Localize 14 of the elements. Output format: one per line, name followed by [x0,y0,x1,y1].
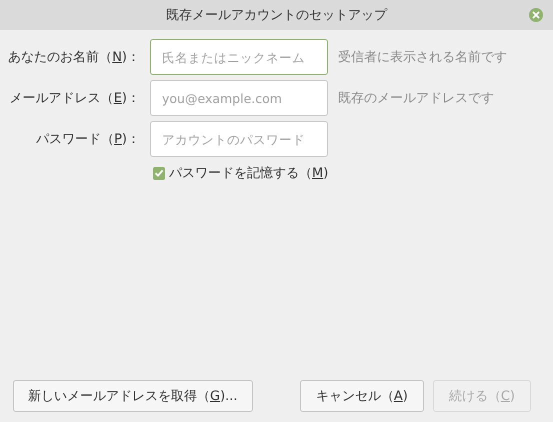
hint-text: 受信者に表示される名前です [338,49,508,66]
close-icon[interactable] [529,8,543,22]
window-title: 既存メールアカウントのセットアップ [166,7,387,24]
text-field[interactable]: アカウントのパスワード [150,121,328,157]
text-field[interactable]: 氏名またはニックネーム [150,39,328,75]
hint-text: 既存のメールアドレスです [338,90,495,107]
field-label: メールアドレス（E)： [8,90,140,107]
text-field[interactable]: you@example.com [150,80,328,116]
field-label: パスワード（P)： [35,131,140,148]
field-label: あなたのお名前（N)： [7,49,140,66]
dialog-button[interactable]: キャンセル（A) [300,380,424,412]
checkbox[interactable] [153,166,165,180]
dialog-button[interactable]: 新しいメールアドレスを取得（G)... [13,380,253,412]
checkbox-label[interactable]: パスワードを記憶する（M) [169,164,328,182]
